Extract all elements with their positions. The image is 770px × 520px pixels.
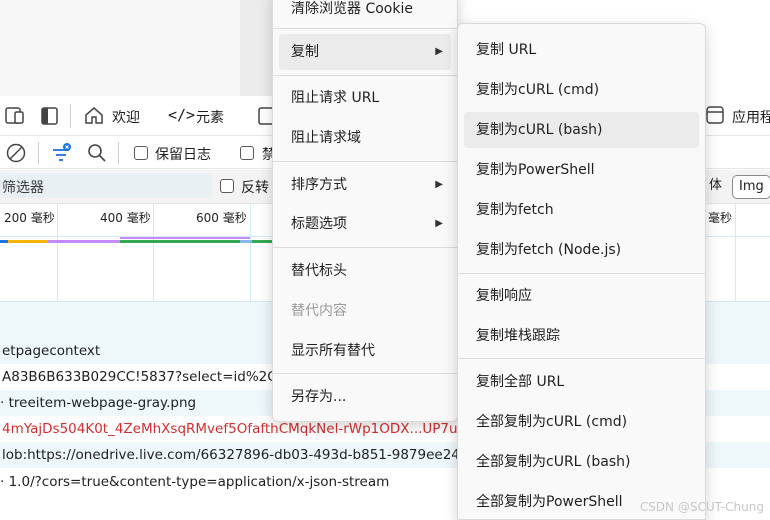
menu-separator — [273, 28, 457, 29]
menu-separator — [273, 161, 457, 162]
menu-separator — [273, 75, 457, 76]
filter-chip-font[interactable]: 体 — [703, 175, 728, 199]
filter-icon[interactable] — [50, 141, 74, 165]
timeline-bar — [8, 240, 48, 243]
console-icon[interactable] — [258, 106, 274, 126]
row-prefix: · — [0, 395, 9, 411]
preserve-log-checkbox[interactable] — [134, 146, 148, 160]
toolbar-divider — [118, 142, 119, 164]
toolbar-divider — [38, 142, 39, 164]
row-text: treeitem-webpage-gray.png — [8, 395, 197, 411]
elements-icon: </> — [168, 106, 196, 124]
menu-separator — [273, 373, 457, 374]
menu-separator — [458, 273, 705, 274]
filter-chip-img[interactable]: Img — [732, 175, 770, 199]
row-text: 1.0/?cors=true&content-type=application/… — [8, 474, 390, 490]
preserve-log-label: 保留日志 — [155, 147, 211, 163]
row-prefix: · — [0, 474, 9, 490]
chevron-right-icon: ▶ — [435, 218, 443, 229]
menu-item-copy[interactable]: 复制 ▶ — [279, 34, 451, 70]
timeline-gridline — [250, 204, 251, 302]
search-icon[interactable] — [86, 142, 108, 164]
menu-item-block-domain[interactable]: 阻止请求域 — [279, 120, 451, 156]
timeline-gridline — [57, 204, 58, 302]
copy-submenu: 复制 URL 复制为cURL (cmd) 复制为cURL (bash) 复制为P… — [457, 23, 706, 520]
chevron-right-icon: ▶ — [435, 179, 443, 190]
filter-placeholder: 筛选器 — [2, 180, 44, 196]
tab-elements[interactable]: 元素 — [196, 107, 224, 127]
dock-side-icon[interactable] — [40, 106, 60, 126]
submenu-copy-url[interactable]: 复制 URL — [464, 32, 699, 68]
timeline-tick: 毫秒 — [708, 211, 733, 225]
timeline-tick: 400 毫秒 — [100, 211, 151, 225]
menu-item-label: 复制 — [291, 44, 319, 60]
disable-cache-checkbox[interactable] — [240, 146, 254, 160]
menu-item-block-url[interactable]: 阻止请求 URL — [279, 80, 451, 116]
tab-application[interactable]: 应用程 — [732, 107, 770, 127]
submenu-copy-all-curl-cmd[interactable]: 全部复制为cURL (cmd) — [464, 404, 699, 440]
toolbar-divider — [70, 104, 71, 128]
menu-item-show-all-overrides[interactable]: 显示所有替代 — [279, 333, 451, 369]
home-icon[interactable] — [84, 105, 104, 125]
browser-page-divider — [240, 0, 272, 96]
invert-label: 反转 — [241, 180, 269, 196]
menu-item-label: 标题选项 — [291, 216, 347, 232]
menu-item-label: 排序方式 — [291, 177, 347, 193]
timeline-bar — [48, 240, 120, 243]
tab-welcome[interactable]: 欢迎 — [112, 107, 140, 127]
timeline-bar — [0, 240, 8, 243]
menu-item-save-as[interactable]: 另存为... — [279, 379, 451, 415]
timeline-bar — [120, 237, 250, 239]
menu-item-override-headers[interactable]: 替代标头 — [279, 253, 451, 289]
submenu-copy-fetch-node[interactable]: 复制为fetch (Node.js) — [464, 232, 699, 268]
menu-item-header-options[interactable]: 标题选项 ▶ — [279, 206, 451, 242]
timeline-gridline — [153, 204, 154, 302]
menu-item-override-content: 替代内容 — [291, 303, 347, 319]
submenu-copy-fetch[interactable]: 复制为fetch — [464, 192, 699, 228]
watermark: CSDN @SCUT-Chung — [639, 500, 764, 514]
submenu-copy-powershell[interactable]: 复制为PowerShell — [464, 152, 699, 188]
clear-icon[interactable] — [5, 142, 27, 164]
submenu-copy-curl-cmd[interactable]: 复制为cURL (cmd) — [464, 72, 699, 108]
timeline-gridline — [735, 204, 736, 302]
timeline-tick: 200 毫秒 — [4, 211, 55, 225]
submenu-copy-curl-bash[interactable]: 复制为cURL (bash) — [464, 112, 699, 148]
timeline-tick: 600 毫秒 — [196, 211, 247, 225]
submenu-copy-all-curl-bash[interactable]: 全部复制为cURL (bash) — [464, 444, 699, 480]
menu-separator — [273, 247, 457, 248]
filter-input[interactable]: 筛选器 — [0, 174, 212, 198]
timeline-bar — [240, 240, 252, 243]
timeline-bar — [120, 240, 240, 243]
menu-item-clear-cookie[interactable]: 清除浏览器 Cookie — [279, 0, 451, 27]
submenu-copy-stack-trace[interactable]: 复制堆栈跟踪 — [464, 318, 699, 354]
application-icon[interactable] — [705, 105, 725, 125]
menu-item-sort-by[interactable]: 排序方式 ▶ — [279, 167, 451, 203]
context-menu: 清除浏览器 Cookie 复制 ▶ 阻止请求 URL 阻止请求域 排序方式 ▶ … — [272, 0, 458, 422]
chevron-right-icon: ▶ — [435, 46, 443, 57]
submenu-copy-response[interactable]: 复制响应 — [464, 278, 699, 314]
invert-checkbox[interactable] — [220, 179, 234, 193]
menu-separator — [458, 358, 705, 359]
submenu-copy-all-urls[interactable]: 复制全部 URL — [464, 364, 699, 400]
browser-page-background — [0, 0, 240, 96]
device-toolbar-icon[interactable] — [4, 106, 26, 126]
timeline-bar — [252, 240, 272, 243]
